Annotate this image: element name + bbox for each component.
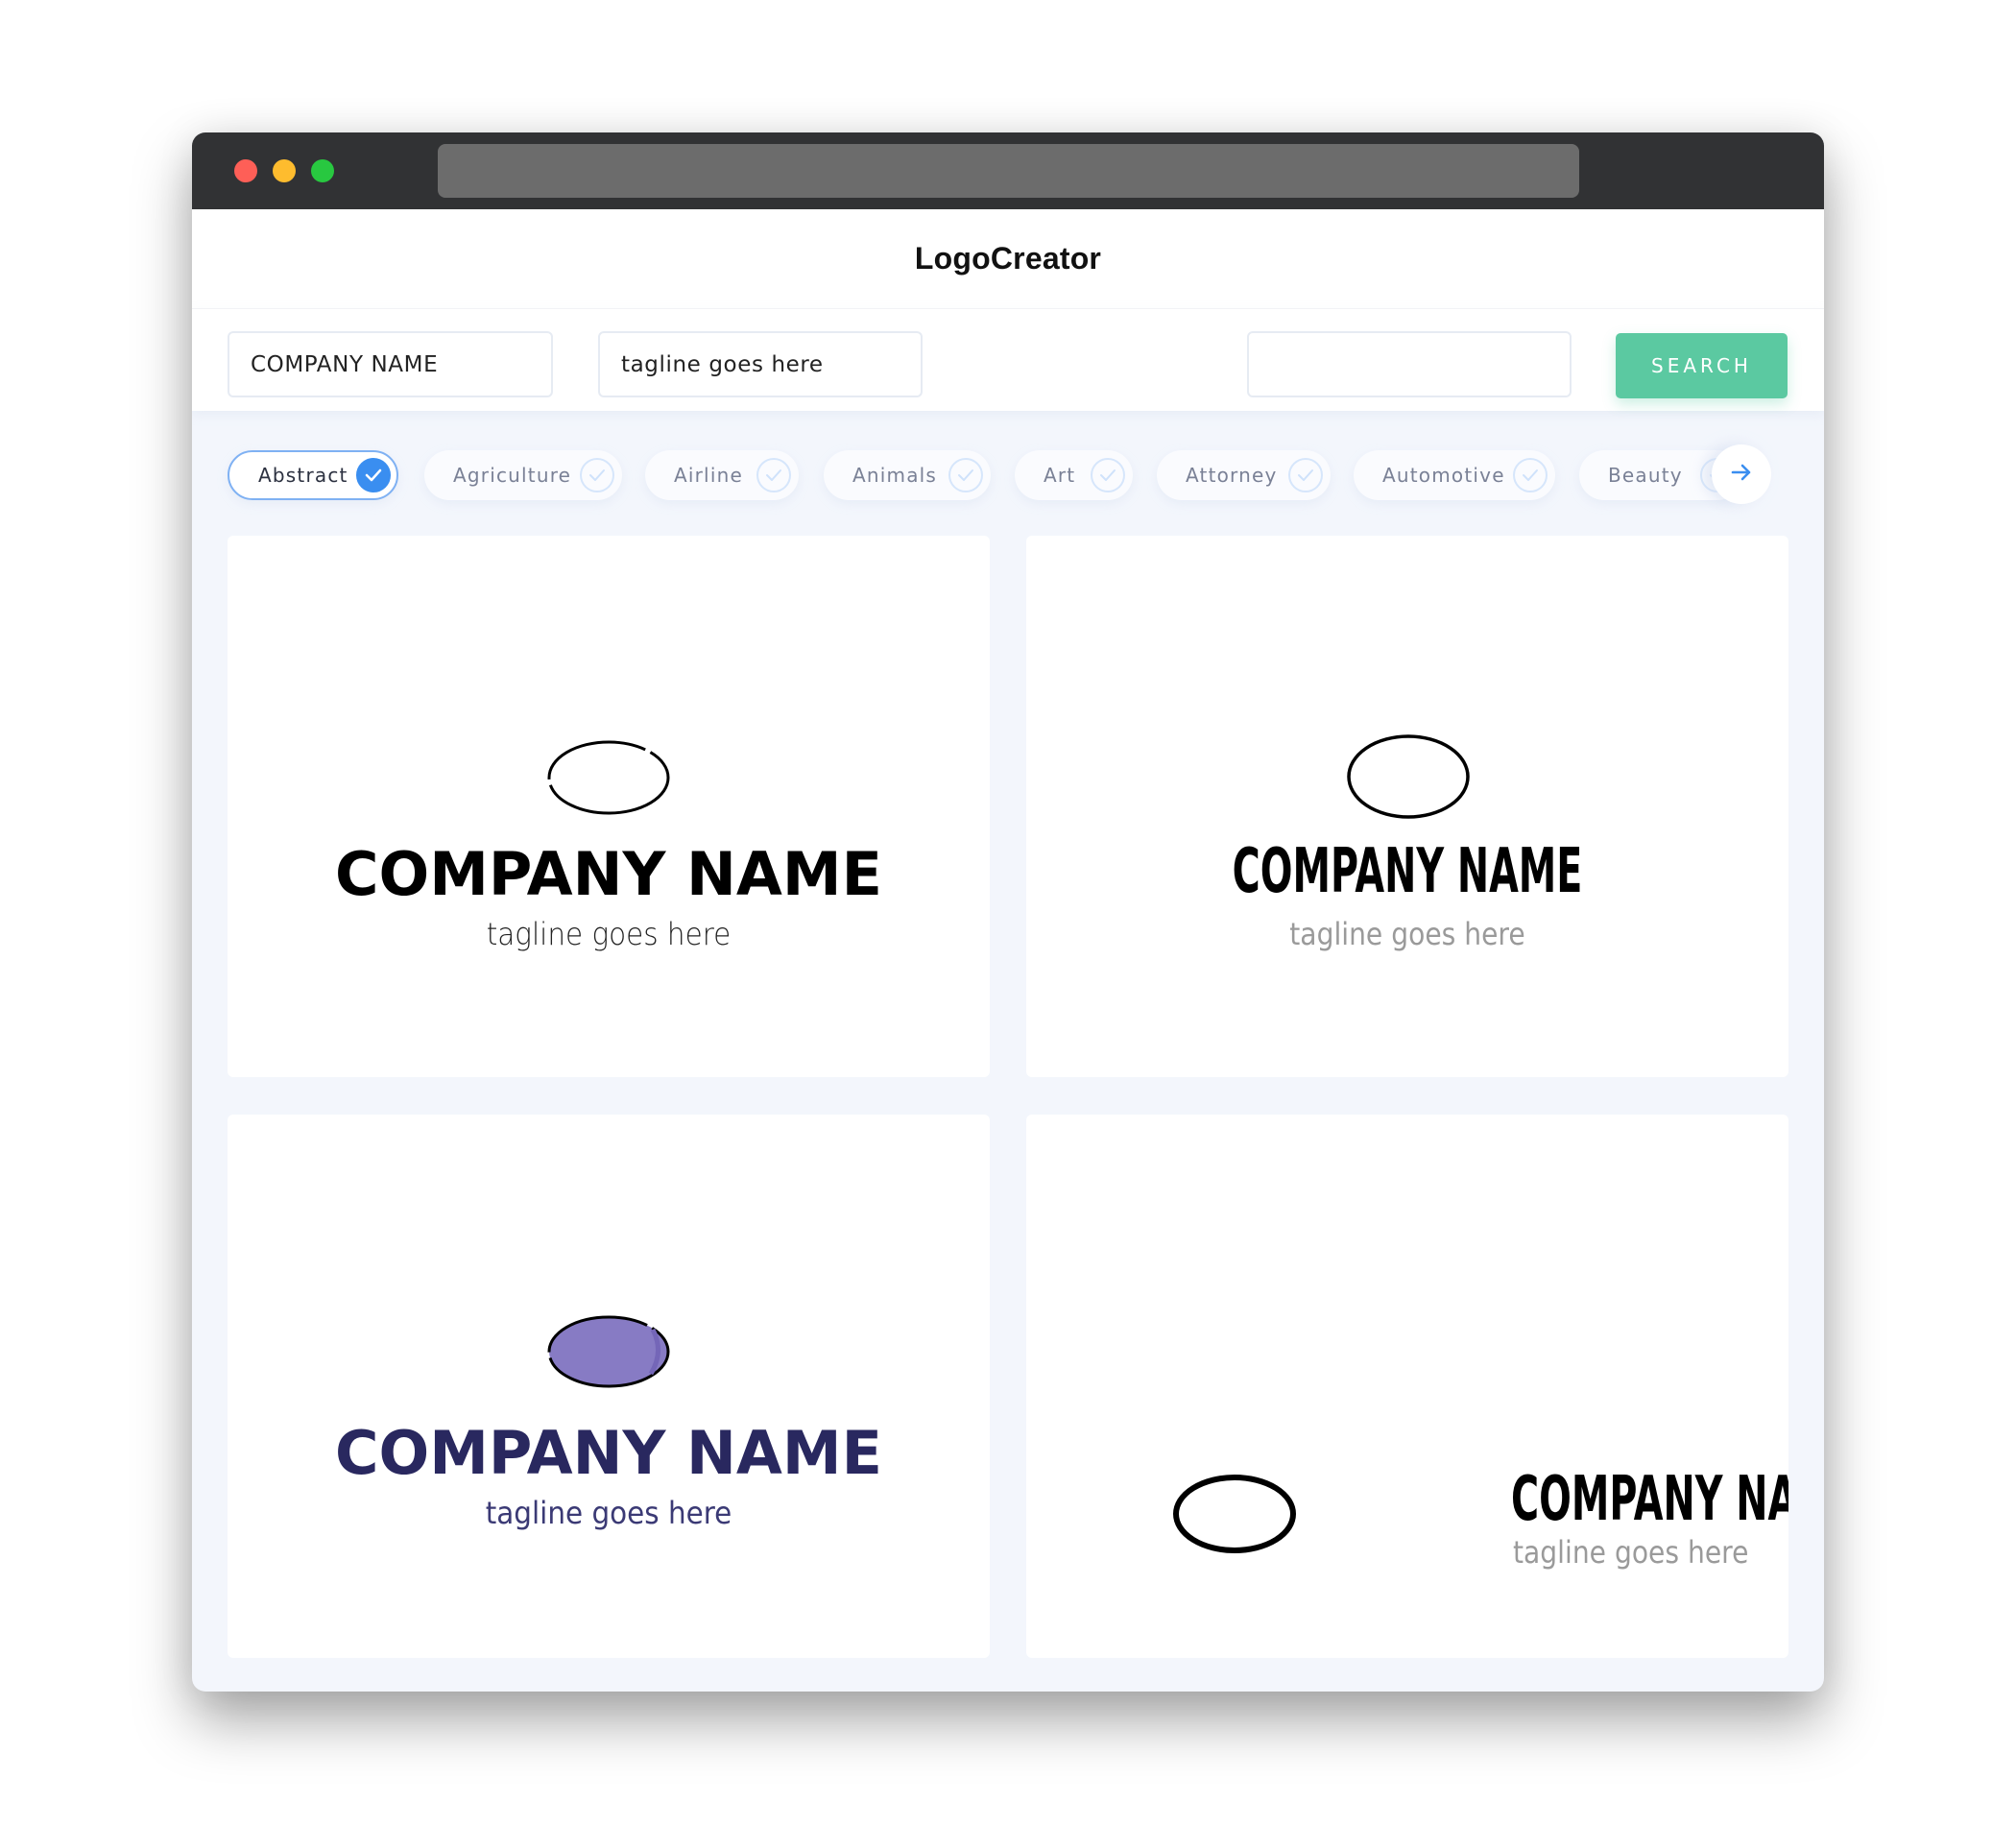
check-icon	[356, 458, 391, 492]
category-chip-agriculture[interactable]: Agriculture	[424, 450, 622, 500]
category-label: Abstract	[258, 464, 348, 487]
category-label: Automotive	[1382, 464, 1505, 487]
category-chip-attorney[interactable]: Attorney	[1157, 450, 1331, 500]
category-label: Art	[1044, 464, 1076, 487]
ellipse-logo-icon	[1347, 734, 1470, 819]
check-icon	[756, 458, 791, 492]
search-button[interactable]: SEARCH	[1616, 333, 1788, 398]
maximize-window-button[interactable]	[311, 159, 334, 182]
brand-logo[interactable]: LogoCreator	[915, 241, 1101, 276]
logo-company-name: COMPANY NAME	[335, 839, 882, 909]
keyword-input[interactable]	[1247, 331, 1572, 397]
check-icon	[1513, 458, 1548, 492]
logo-tagline: tagline goes here	[1513, 1534, 1749, 1571]
arrow-right-icon	[1731, 464, 1752, 485]
logo-card[interactable]: COMPANY NAME tagline goes here	[228, 536, 990, 1077]
logo-company-name: COMPANY NAME	[1511, 1464, 1788, 1535]
category-filter-bar: Abstract Agriculture Airline Animals Art	[228, 440, 1788, 516]
category-label: Beauty	[1608, 464, 1683, 487]
search-bar: COMPANY NAME tagline goes here SEARCH	[192, 308, 1824, 411]
browser-window: LogoCreator COMPANY NAME tagline goes he…	[192, 132, 1824, 1692]
logo-company-name: COMPANY NAME	[1232, 836, 1583, 907]
address-bar[interactable]	[438, 144, 1579, 198]
ellipse-logo-icon	[547, 1315, 670, 1388]
category-label: Airline	[674, 464, 743, 487]
category-label: Agriculture	[453, 464, 572, 487]
company-name-input[interactable]: COMPANY NAME	[228, 331, 553, 397]
check-icon	[1091, 458, 1125, 492]
category-chip-animals[interactable]: Animals	[824, 450, 991, 500]
category-label: Attorney	[1186, 464, 1278, 487]
close-window-button[interactable]	[234, 159, 257, 182]
title-bar	[192, 132, 1824, 209]
logo-tagline: tagline goes here	[485, 1495, 732, 1531]
logo-tagline: tagline goes here	[1289, 916, 1525, 952]
logo-tagline: tagline goes here	[486, 916, 732, 952]
minimize-window-button[interactable]	[273, 159, 296, 182]
logo-company-name: COMPANY NAME	[335, 1418, 882, 1488]
site-header: LogoCreator	[192, 209, 1824, 308]
check-icon	[948, 458, 983, 492]
ellipse-logo-icon	[1173, 1475, 1296, 1553]
logo-card[interactable]: COMPANY NAME tagline goes here	[1026, 1115, 1788, 1658]
category-chip-abstract[interactable]: Abstract	[228, 450, 398, 500]
tagline-input[interactable]: tagline goes here	[598, 331, 923, 397]
logo-card[interactable]: COMPANY NAME tagline goes here	[1026, 536, 1788, 1077]
check-icon	[580, 458, 614, 492]
category-label: Animals	[852, 464, 938, 487]
category-chip-airline[interactable]: Airline	[645, 450, 799, 500]
logo-card[interactable]: COMPANY NAME tagline goes here	[228, 1115, 990, 1658]
category-chip-art[interactable]: Art	[1015, 450, 1133, 500]
check-icon	[1288, 458, 1323, 492]
category-chip-automotive[interactable]: Automotive	[1354, 450, 1555, 500]
ellipse-logo-icon	[547, 740, 670, 815]
category-next-button[interactable]	[1712, 444, 1771, 504]
